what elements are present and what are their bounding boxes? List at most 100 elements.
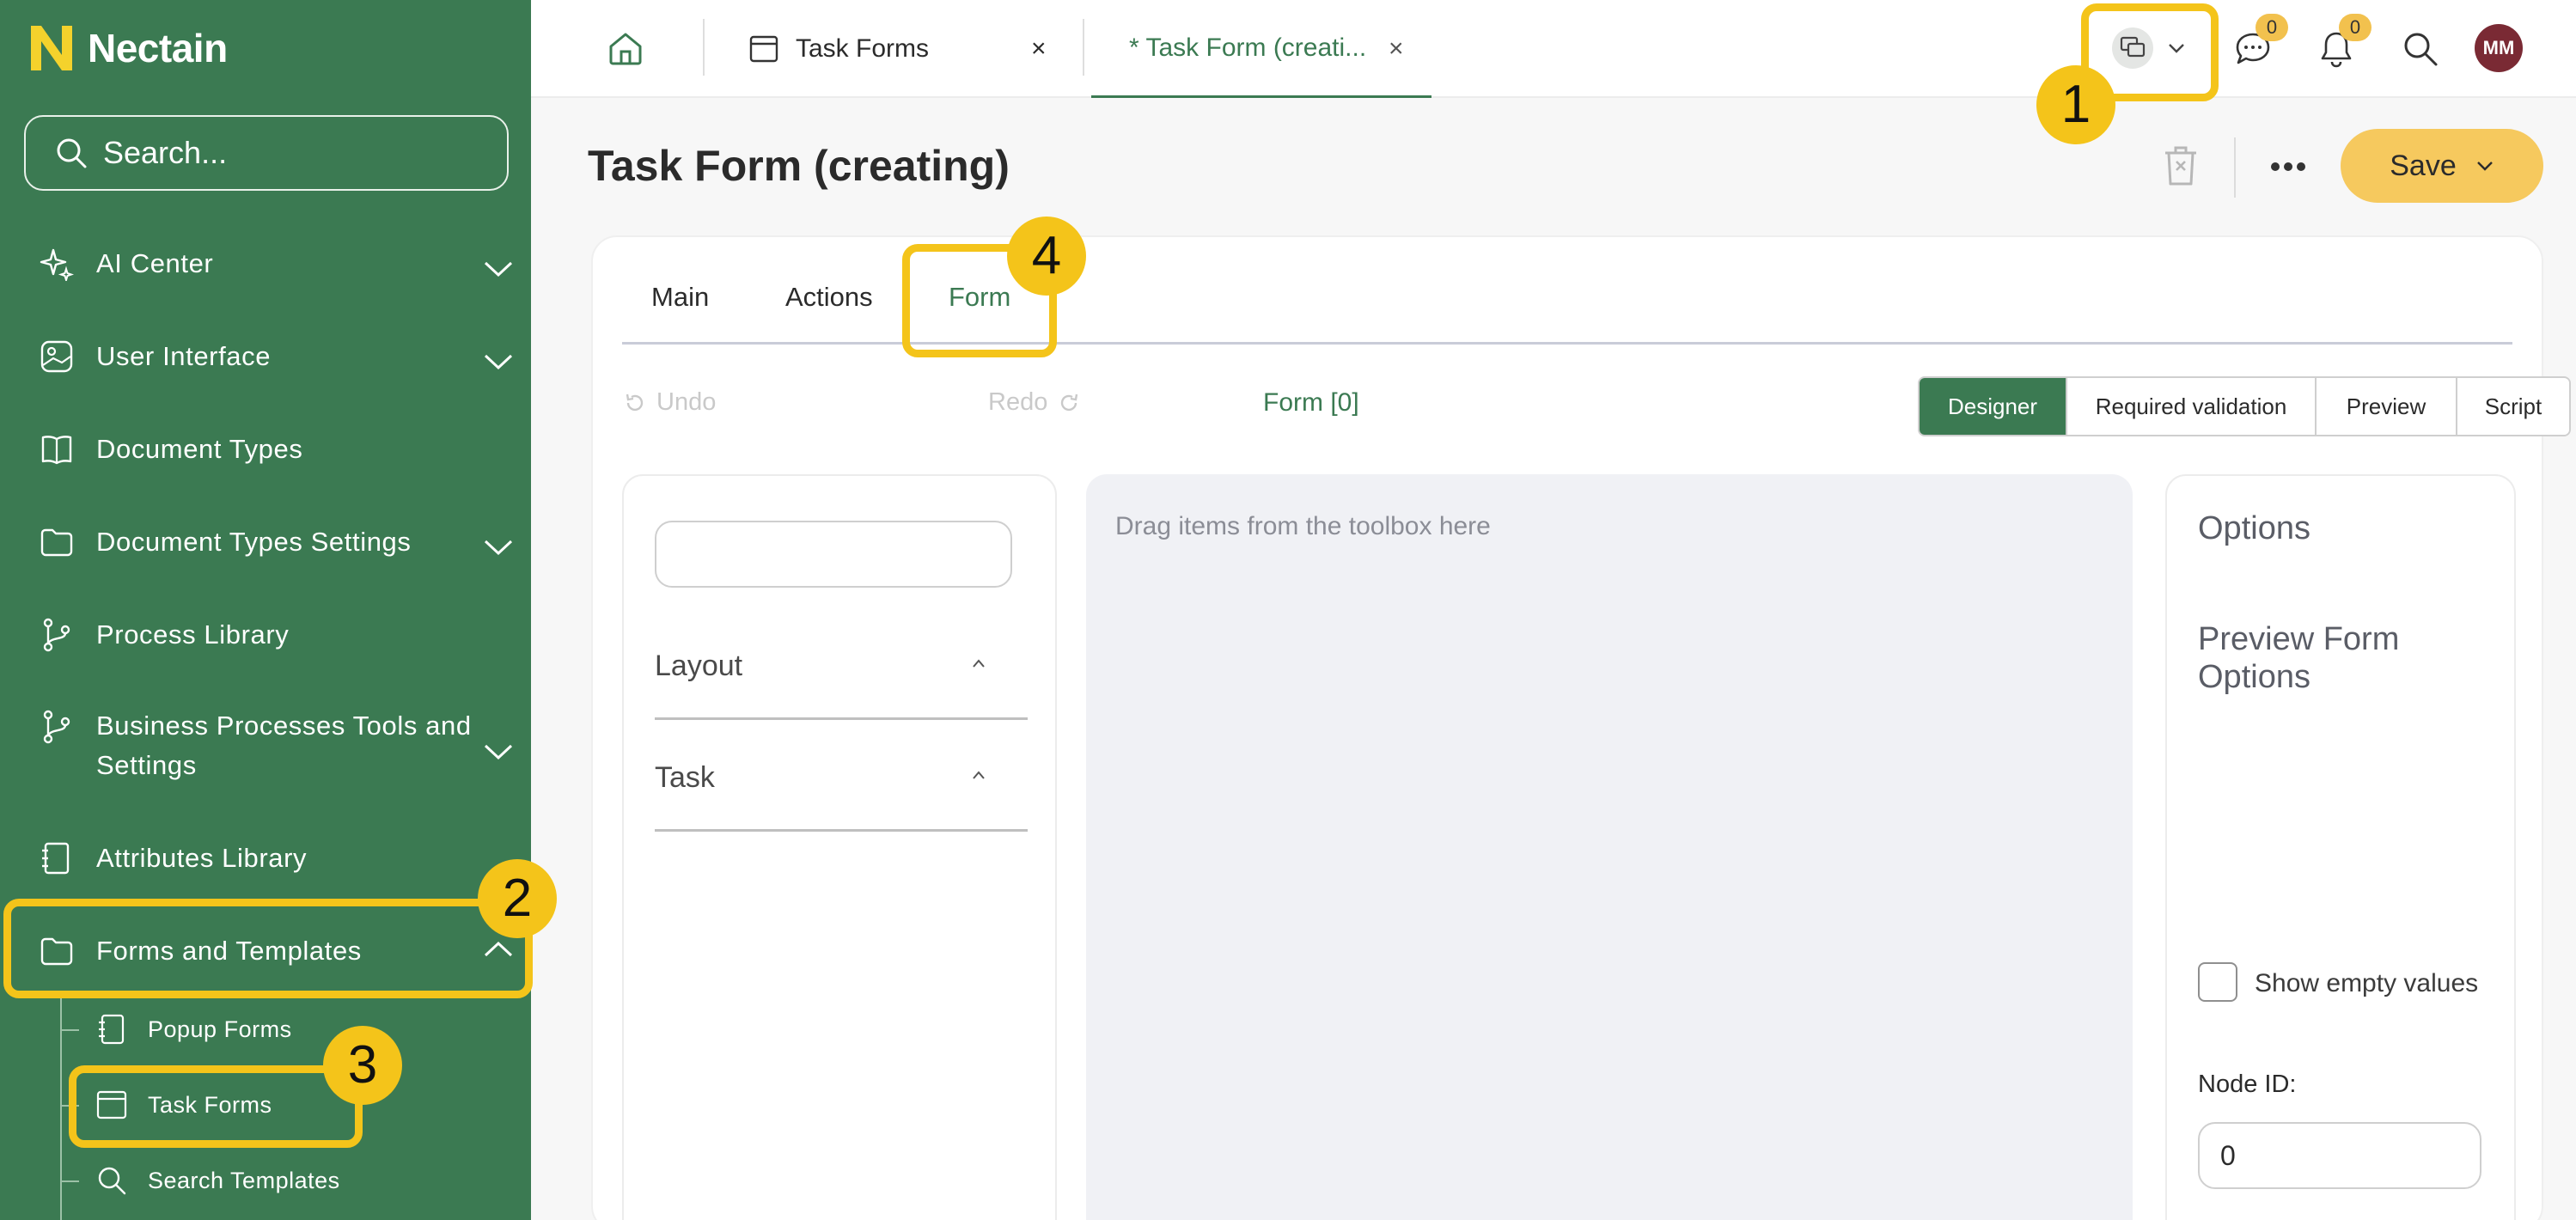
toolbox-search-input[interactable] [655,521,1012,588]
messages-count-badge: 0 [2256,14,2288,41]
window-icon [749,35,778,63]
sidebar-item-process-library[interactable]: Process Library [0,615,531,655]
branch-icon [43,618,70,652]
more-options-icon[interactable] [2270,162,2306,172]
form-canvas-dropzone[interactable]: Drag items from the toolbox here [1086,474,2133,1220]
close-icon[interactable]: × [1031,0,1057,98]
show-empty-values-checkbox[interactable] [2198,962,2237,1002]
search-icon [57,138,87,168]
toolbox-section-task[interactable]: Task [655,720,1028,832]
home-icon[interactable] [607,29,644,67]
image-icon [40,340,73,373]
callout-number-3: 3 [323,1026,402,1105]
nectain-logo-icon [31,26,72,70]
close-icon[interactable]: × [1389,0,1414,98]
mode-designer-button[interactable]: Designer [1920,378,2067,435]
sidebar-item-attributes-library[interactable]: Attributes Library [0,839,531,878]
sparkle-icon [40,248,74,281]
chevron-down-icon[interactable] [483,259,514,278]
tab-main[interactable]: Main [651,282,709,313]
tab-task-form-creating[interactable]: * Task Form (creati... [1091,0,1431,98]
chevron-down-icon[interactable] [483,742,514,761]
toolbar-divider [2234,137,2236,198]
show-empty-values-label: Show empty values [2255,969,2479,997]
toolbox-section-layout[interactable]: Layout [655,608,1028,720]
sidebar-item-ai-center[interactable]: AI Center [0,244,531,284]
tab-separator [703,19,705,76]
top-bar: Task Forms × * Task Form (creati... × 0 … [531,0,2576,98]
logo-text: Nectain [88,26,228,70]
tab-actions[interactable]: Actions [785,282,873,313]
mode-label: Designer [1947,393,2038,419]
main-content: Task Form (creating) Save Main Actions F… [531,98,2576,1220]
branch-icon [43,710,70,744]
node-id-label: Node ID: [2198,1071,2297,1098]
sidebar-item-label: Process Library [96,619,290,650]
mode-preview-button[interactable]: Preview [2317,378,2457,435]
sidebar: Nectain AI Center User Interface [0,0,531,1220]
sidebar-search[interactable] [24,115,509,191]
sidebar-subitem-label: Popup Forms [148,1016,292,1042]
sidebar-subitem-label: Search Templates [148,1168,340,1193]
form-editor-card: Main Actions Form Undo Redo Form [0] Des… [591,235,2571,1220]
undo-button[interactable]: Undo [624,388,716,417]
sidebar-item-document-types[interactable]: Document Types [0,430,531,469]
sidebar-item-label: Business Processes Tools and Settings [96,711,472,780]
form-item-count[interactable]: Form [0] [1263,388,1359,418]
save-button-label: Save [2390,149,2457,182]
notifications-count-badge: 0 [2339,14,2372,41]
notebook-icon [42,842,70,875]
search-icon[interactable] [2402,31,2439,67]
sidebar-item-user-interface[interactable]: User Interface [0,337,531,376]
sidebar-item-document-types-settings[interactable]: Document Types Settings [0,522,531,562]
tab-separator [1083,19,1084,76]
folder-icon [40,528,73,557]
highlight-box-3 [69,1065,363,1148]
undo-icon [626,393,644,411]
sidebar-subitem-search-templates[interactable]: Search Templates [0,1165,531,1196]
redo-button[interactable]: Redo [988,388,1080,417]
chevron-down-icon[interactable] [483,538,514,557]
chevron-down-icon [2476,162,2493,171]
mode-label: Preview [2346,393,2426,419]
mode-required-validation-button[interactable]: Required validation [2067,378,2317,435]
redo-icon [1061,393,1078,411]
mode-switcher: Designer Required validation Preview Scr… [1918,376,2571,436]
search-icon [98,1167,126,1195]
node-id-input[interactable] [2198,1122,2481,1189]
mode-label: Required validation [2095,393,2287,419]
save-button[interactable]: Save [2341,129,2543,203]
chevron-up-icon [973,659,985,668]
undo-label: Undo [656,388,717,416]
chevron-down-icon[interactable] [483,352,514,371]
toolbox-panel: Layout Task [622,474,1057,1220]
section-label: Layout [655,650,743,682]
chevron-up-icon [973,771,985,779]
tab-label: Task Forms [796,34,930,63]
sidebar-item-label: AI Center [96,248,214,278]
logo[interactable]: Nectain [29,22,228,74]
mode-script-button[interactable]: Script [2457,378,2569,435]
sidebar-item-label: Document Types [96,434,303,464]
preview-options-title: Preview Form Options [2198,621,2400,695]
sidebar-item-label: Document Types Settings [96,527,412,557]
tab-label: * Task Form (creati... [1129,33,1367,62]
redo-label: Redo [988,388,1048,416]
sidebar-item-business-processes-tools[interactable]: Business Processes Tools and Settings [0,706,531,789]
sidebar-subitem-popup-forms[interactable]: Popup Forms [0,1014,531,1045]
callout-number-2: 2 [478,859,557,938]
sidebar-search-input[interactable] [103,135,481,171]
trash-icon[interactable] [2162,144,2200,187]
page-title: Task Form (creating) [588,142,1010,190]
mode-label: Script [2484,393,2542,419]
sidebar-item-label: User Interface [96,341,272,371]
options-title: Options [2198,510,2310,546]
callout-number-4: 4 [1007,217,1086,296]
dropzone-hint: Drag items from the toolbox here [1115,512,1491,540]
notebook-icon [99,1014,125,1045]
sidebar-item-label: Attributes Library [96,843,308,873]
user-avatar[interactable]: MM [2475,24,2523,72]
section-label: Task [655,761,715,794]
callout-number-1: 1 [2036,65,2115,144]
options-panel: Options Preview Form Options Show empty … [2165,474,2516,1220]
